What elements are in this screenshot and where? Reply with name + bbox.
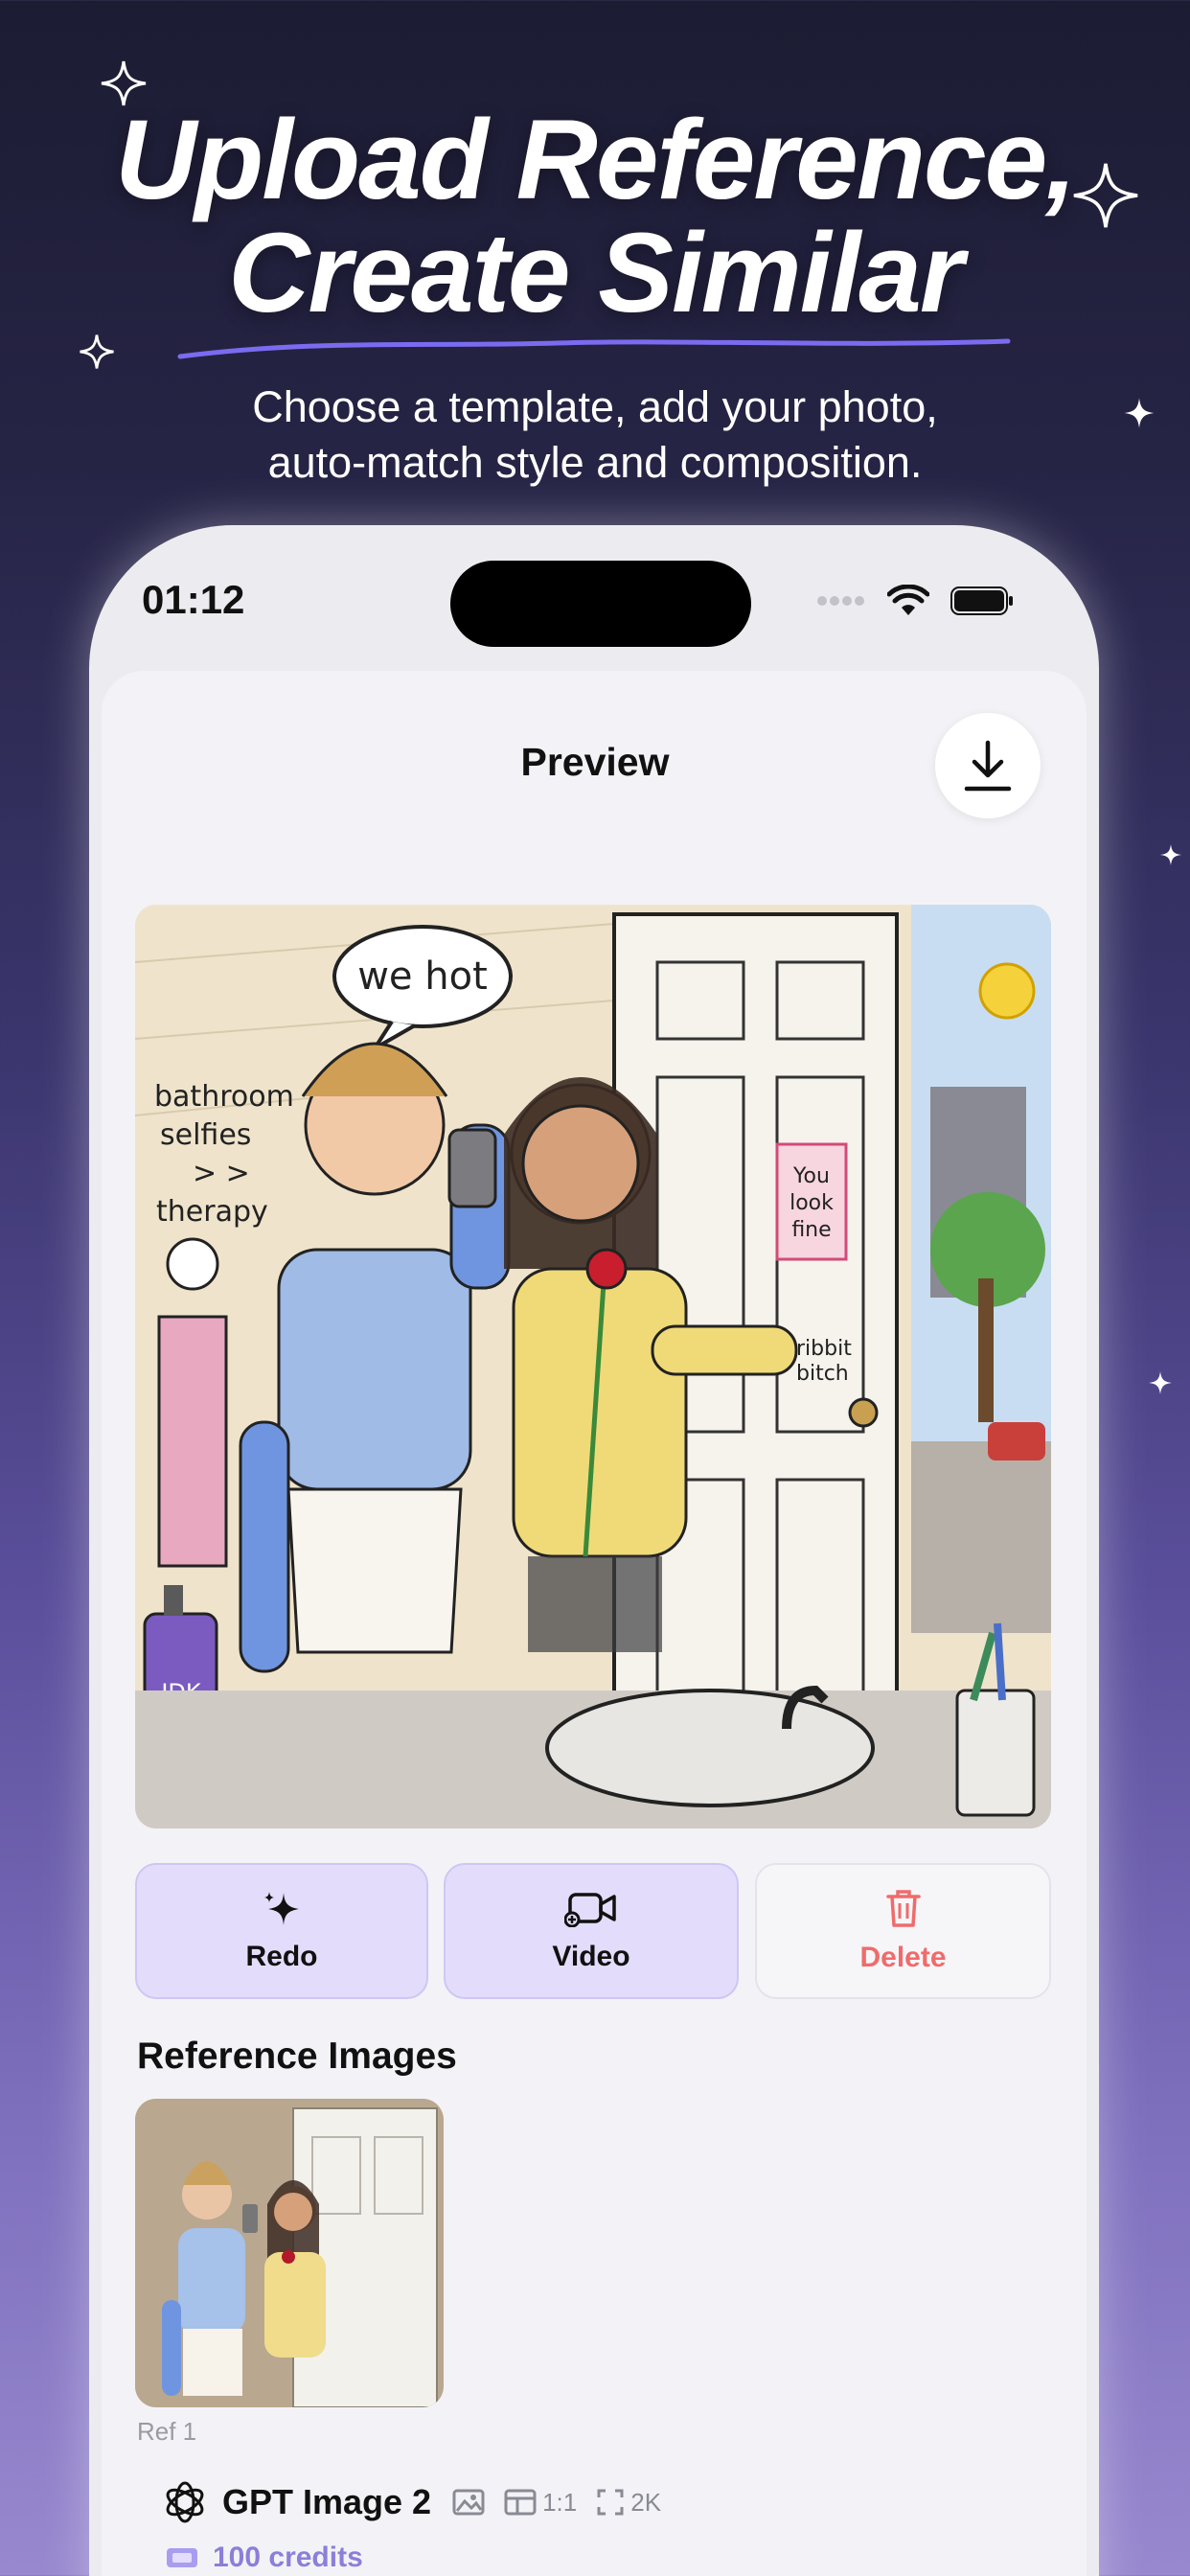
svg-text:therapy: therapy [156, 1195, 268, 1229]
model-name: GPT Image 2 [222, 2482, 432, 2521]
sparkle-decoration-icon [1159, 843, 1182, 871]
battery-icon [950, 586, 1013, 615]
svg-text:we hot: we hot [357, 954, 488, 999]
reference-label: Ref 1 [137, 2417, 197, 2446]
wifi-icon [887, 585, 929, 615]
svg-text:bitch: bitch [796, 1362, 849, 1386]
svg-text:You: You [792, 1164, 830, 1188]
preview-image[interactable]: You look fine ribbit bitch we hot bathro… [135, 905, 1051, 1828]
svg-text:bathroom: bathroom [154, 1080, 294, 1114]
delete-label: Delete [859, 1942, 947, 1973]
hero-title-line1: Upload Reference, [114, 97, 1077, 223]
video-camera-icon [564, 1893, 616, 1927]
sparkle-decoration-icon [1148, 1370, 1173, 1400]
video-label: Video [552, 1941, 630, 1972]
hero-title: Upload Reference, Create Similar [0, 104, 1190, 330]
redo-button[interactable]: Redo [135, 1863, 428, 1999]
download-button[interactable] [935, 713, 1041, 818]
image-icon [452, 2489, 485, 2516]
redo-label: Redo [245, 1941, 318, 1972]
reference-thumbnail[interactable] [135, 2099, 444, 2407]
sparkle-decoration-icon [79, 334, 115, 375]
dynamic-island [450, 561, 751, 647]
resolution-spec: 2K [596, 2488, 661, 2518]
reference-images-title: Reference Images [137, 2036, 457, 2077]
svg-text:selfies: selfies [160, 1118, 251, 1152]
status-time: 01:12 [142, 577, 245, 622]
aspect-ratio-spec: 1:1 [504, 2488, 577, 2518]
aspect-ratio-value: 1:1 [542, 2487, 578, 2517]
credits-info: 100 credits [165, 2542, 363, 2574]
trash-icon [885, 1890, 921, 1927]
openai-logo-icon [166, 2481, 204, 2523]
svg-text:look: look [790, 1191, 834, 1215]
ticket-icon [167, 2548, 197, 2567]
svg-text:fine: fine [791, 1218, 831, 1242]
status-icons [816, 585, 1014, 617]
svg-text:> >: > > [193, 1157, 250, 1190]
svg-text:ribbit: ribbit [796, 1337, 852, 1361]
hero-subtitle: Choose a template, add your photo, auto-… [0, 380, 1190, 491]
hero-subtitle-line1: Choose a template, add your photo, [252, 382, 938, 431]
hero-subtitle-line2: auto-match style and composition. [267, 438, 923, 487]
video-button[interactable]: Video [444, 1863, 739, 1999]
hero-title-line2: Create Similar [228, 210, 964, 336]
layout-icon [504, 2489, 537, 2516]
sparkle-icon [264, 1892, 299, 1925]
image-mode-spec [452, 2488, 485, 2517]
credits-value: 100 credits [213, 2542, 363, 2573]
download-icon [964, 740, 1012, 792]
delete-button[interactable]: Delete [755, 1863, 1051, 1999]
resolution-value: 2K [630, 2487, 662, 2517]
expand-icon [597, 2489, 624, 2516]
signal-icon [817, 596, 864, 606]
title-underline [177, 338, 1011, 359]
model-selector[interactable]: GPT Image 2 1:1 2K [161, 2478, 667, 2526]
